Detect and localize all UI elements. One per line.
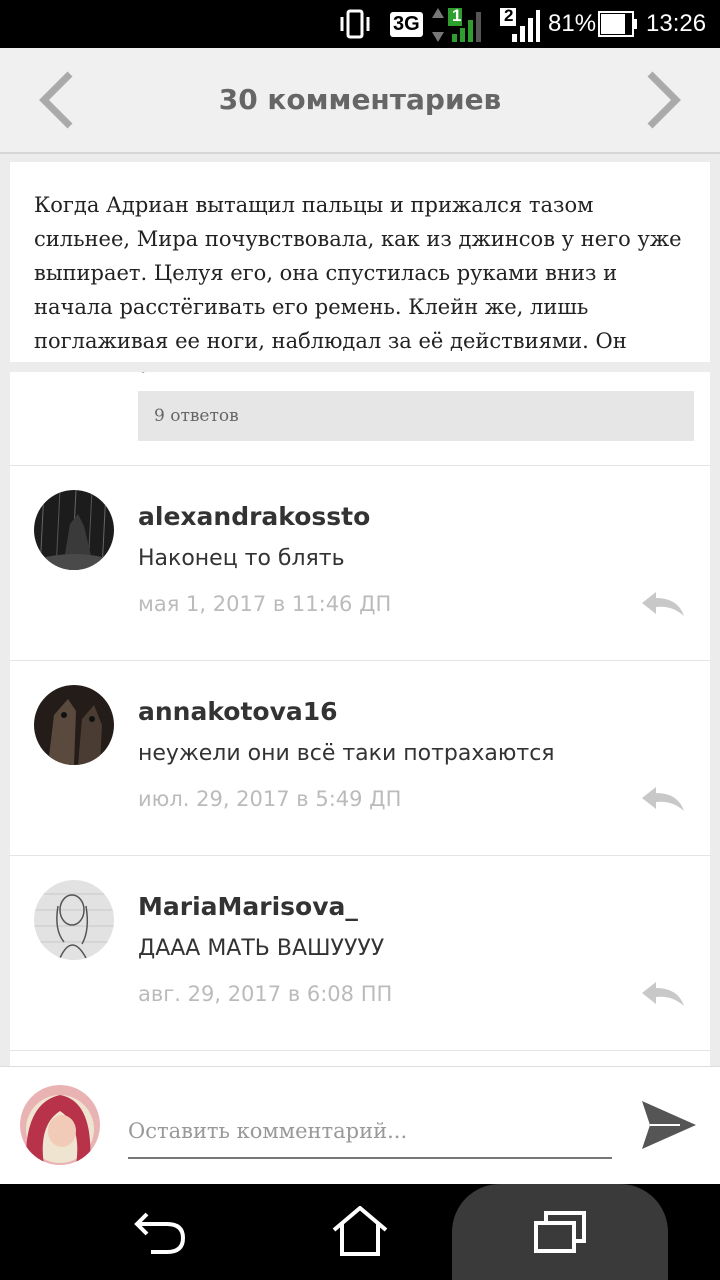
comment-username[interactable]: annakotova16 xyxy=(138,697,338,726)
home-button[interactable] xyxy=(320,1184,400,1280)
sim2-label: 2 xyxy=(504,6,514,25)
clock: 13:26 xyxy=(646,10,707,37)
comment-item: alexandrakossto Наконец то блять мая 1, … xyxy=(10,466,710,660)
recent-apps-button[interactable] xyxy=(520,1184,600,1280)
replies-count-label: 9 ответов xyxy=(154,406,239,426)
hidden-timestamp-fragment: · xyxy=(140,372,147,384)
reply-button[interactable] xyxy=(640,785,686,813)
quoted-text: Когда Адриан вытащил пальцы и прижался т… xyxy=(34,193,682,353)
status-bar: 3G 1 2 81% 13:26 xyxy=(0,0,720,48)
avatar[interactable] xyxy=(34,880,114,960)
reply-button[interactable] xyxy=(640,980,686,1008)
comment-timestamp: июл. 29, 2017 в 5:49 ДП xyxy=(138,787,402,811)
comment-text: ДААА МАТЬ ВАШУУУУ xyxy=(138,936,385,961)
comment-username[interactable]: MariaMarisova_ xyxy=(138,892,358,921)
comment-timestamp: мая 1, 2017 в 11:46 ДП xyxy=(138,592,392,616)
avatar[interactable] xyxy=(34,490,114,570)
top-bar: 30 комментариев xyxy=(0,48,720,154)
quoted-paragraph: Когда Адриан вытащил пальцы и прижался т… xyxy=(10,162,710,362)
system-nav-bar xyxy=(0,1184,720,1280)
reply-button[interactable] xyxy=(640,590,686,618)
recent-apps-icon xyxy=(534,1211,586,1253)
send-button[interactable] xyxy=(640,1097,698,1153)
comment-username[interactable]: alexandrakossto xyxy=(138,502,370,531)
comment-text: Наконец то блять xyxy=(138,546,345,571)
comment-composer xyxy=(0,1066,720,1185)
sim1-label: 1 xyxy=(452,6,462,25)
avatar[interactable] xyxy=(34,685,114,765)
battery-icon xyxy=(598,0,638,48)
network-type-badge: 3G xyxy=(390,11,423,37)
send-icon xyxy=(642,1101,696,1149)
vibrate-icon xyxy=(338,0,372,48)
comments-list: · 9 ответов alexandrakossto Наконец то б… xyxy=(10,372,710,1066)
battery-percent: 81% xyxy=(548,10,597,37)
reply-icon xyxy=(642,592,684,616)
chevron-right-icon xyxy=(647,71,681,129)
back-button[interactable] xyxy=(120,1184,200,1280)
back-icon xyxy=(134,1212,186,1254)
page-title: 30 комментариев xyxy=(218,83,502,116)
home-icon xyxy=(332,1206,388,1256)
show-replies-button[interactable]: 9 ответов xyxy=(138,391,694,441)
comment-item: MariaMarisova_ ДААА МАТЬ ВАШУУУУ авг. 29… xyxy=(10,856,710,1050)
comment-input[interactable] xyxy=(128,1105,612,1159)
my-avatar xyxy=(20,1085,100,1165)
comment-timestamp: авг. 29, 2017 в 6:08 ПП xyxy=(138,982,393,1006)
reply-icon xyxy=(642,982,684,1006)
comment-item: annakotova16 неужели они всё таки потрах… xyxy=(10,661,710,855)
next-chapter-button[interactable] xyxy=(636,70,686,130)
comment-text: неужели они всё таки потрахаются xyxy=(138,741,555,766)
reply-icon xyxy=(642,787,684,811)
divider xyxy=(10,1050,710,1051)
